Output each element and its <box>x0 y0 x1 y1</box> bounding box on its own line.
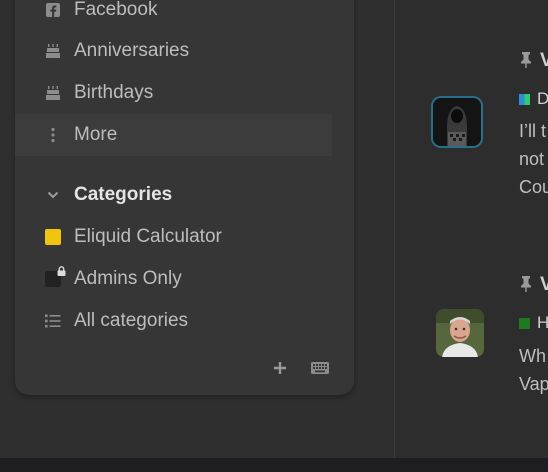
plus-icon[interactable] <box>272 360 288 376</box>
category-badge <box>519 317 530 329</box>
topic-category[interactable]: D <box>519 89 548 109</box>
category-name: D <box>537 89 548 108</box>
categories-header-label: Categories <box>74 184 173 205</box>
avatar[interactable] <box>433 98 481 146</box>
lock-icon <box>57 266 66 276</box>
vertical-ellipsis-icon <box>45 127 61 143</box>
sidebar-item-label: Birthdays <box>74 82 154 103</box>
category-badge <box>45 229 61 245</box>
topic-excerpt-line: I’ll t <box>519 121 546 141</box>
keyboard-icon[interactable] <box>310 361 330 375</box>
sidebar-item-label: All categories <box>74 310 189 331</box>
category-color-swatch <box>45 266 66 287</box>
sidebar-item-label: Eliquid Calculator <box>74 226 222 247</box>
avatar[interactable] <box>436 309 484 357</box>
cake-icon <box>45 85 61 101</box>
taskbar <box>0 458 548 472</box>
sidebar-item-label: Facebook <box>74 0 158 20</box>
topic-title[interactable]: V <box>540 274 548 296</box>
facebook-icon <box>45 2 61 18</box>
sidebar-all-categories[interactable]: All categories <box>15 300 332 342</box>
categories-section-header[interactable]: Categories <box>15 174 332 216</box>
topic-excerpt-line: Wh <box>519 346 546 366</box>
sidebar-item-label: Anniversaries <box>74 40 190 61</box>
sidebar-item-anniversaries[interactable]: Anniversaries <box>15 30 332 72</box>
sidebar-item-facebook[interactable]: Facebook <box>15 0 332 31</box>
category-name: H <box>537 313 548 332</box>
category-badge <box>519 93 530 105</box>
sidebar: Facebook Anniversaries Birthdays More Ca… <box>15 0 354 395</box>
category-color-swatch <box>45 229 61 245</box>
pin-icon <box>519 276 533 297</box>
sidebar-category-eliquid-calculator[interactable]: Eliquid Calculator <box>15 216 332 258</box>
sidebar-category-admins-only[interactable]: Admins Only <box>15 258 332 300</box>
topic-title[interactable]: V <box>540 50 548 72</box>
topic-excerpt-line: Vap <box>519 374 548 394</box>
pin-icon <box>519 52 533 73</box>
topic-excerpt-line: not <box>519 149 545 169</box>
sidebar-item-birthdays[interactable]: Birthdays <box>15 72 332 114</box>
list-icon <box>45 313 61 329</box>
topic-category[interactable]: H <box>519 313 548 333</box>
sidebar-item-label: Admins Only <box>74 268 182 289</box>
sidebar-item-label: More <box>74 124 118 145</box>
topic-excerpt-line: Cou <box>519 177 548 197</box>
chevron-down-icon <box>45 187 61 203</box>
sidebar-item-more[interactable]: More <box>15 114 332 156</box>
cake-icon <box>45 43 61 59</box>
